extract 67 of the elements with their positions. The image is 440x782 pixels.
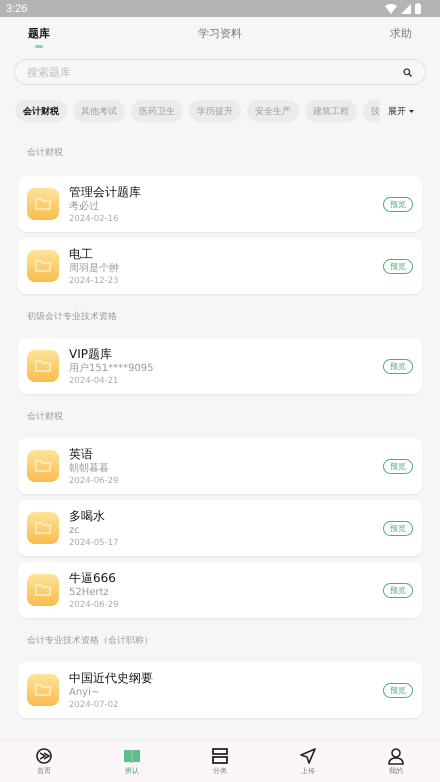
bank-author: 周羽是个翀 <box>69 262 120 274</box>
bank-card[interactable]: 中国近代史纲要 Anyi~ 2024-07-02 预览 <box>18 662 422 718</box>
bank-author: 考必过 <box>69 200 100 212</box>
send-icon <box>299 747 317 765</box>
caret-icon <box>409 110 414 112</box>
bank-card[interactable]: 牛逼666 52Hertz 2024-06-29 预览 <box>18 562 422 618</box>
bank-date: 2024-04-21 <box>69 374 120 386</box>
preview-button[interactable]: 预览 <box>383 196 413 212</box>
section-title: 会计财税 <box>27 146 64 160</box>
section-title: 初级会计专业技术资格 <box>27 310 118 324</box>
section-title: 会计专业技术资格（会计职称） <box>27 634 154 648</box>
category-chip[interactable]: 建筑工程 <box>305 100 357 122</box>
bank-date: 2024-02-16 <box>69 212 120 224</box>
bank-card[interactable]: VIP题库 用户151****9095 2024-04-21 预览 <box>18 338 422 394</box>
section-title: 会计财税 <box>27 410 64 424</box>
preview-button[interactable]: 预览 <box>383 458 413 474</box>
bank-name: 英语 <box>69 446 94 462</box>
bank-name: 牛逼666 <box>69 570 117 586</box>
book-icon <box>123 747 141 765</box>
bank-date: 2024-12-23 <box>69 274 120 286</box>
preview-button[interactable]: 预览 <box>383 582 413 598</box>
folder-icon <box>27 350 59 382</box>
tab[interactable]: 学习资料 <box>198 25 242 49</box>
preview-button[interactable]: 预览 <box>383 258 413 274</box>
category-chip[interactable]: 其他考试 <box>73 100 125 122</box>
bank-author: 朝朝暮暮 <box>69 462 110 474</box>
folder-icon <box>27 188 59 220</box>
person-icon <box>387 747 405 765</box>
tab[interactable]: 题库 <box>28 25 50 49</box>
folder-icon <box>27 512 59 544</box>
battery-icon <box>415 3 421 14</box>
category-chip[interactable]: 医药卫生 <box>131 100 183 122</box>
preview-button[interactable]: 预览 <box>383 358 413 374</box>
category-chip[interactable]: 学历提升 <box>189 100 241 122</box>
bank-author: 52Hertz <box>69 586 110 598</box>
category-icon <box>211 747 229 765</box>
category-chip[interactable]: 会计财税 <box>15 100 67 122</box>
signal-icon <box>401 4 411 14</box>
folder-icon <box>27 574 59 606</box>
folder-icon <box>27 450 59 482</box>
search-field[interactable]: 搜索题库 <box>14 59 426 85</box>
bank-name: 管理会计题库 <box>69 184 142 200</box>
search-icon <box>403 68 412 77</box>
bank-card[interactable]: 管理会计题库 考必过 2024-02-16 预览 <box>18 176 422 232</box>
bank-author: 用户151****9095 <box>69 362 155 374</box>
status-time: 3:26 <box>6 2 28 14</box>
wifi-icon <box>385 4 397 14</box>
bank-author: Anyi~ <box>69 686 100 698</box>
bank-card[interactable]: 电工 周羽是个翀 2024-12-23 预览 <box>18 238 422 294</box>
bank-author: zc <box>69 524 81 536</box>
folder-icon <box>27 250 59 282</box>
bank-card[interactable]: 英语 朝朝暮暮 2024-06-29 预览 <box>18 438 422 494</box>
bank-date: 2024-06-29 <box>69 474 120 486</box>
tab[interactable]: 求助 <box>390 25 412 49</box>
category-chip[interactable]: 安全生产 <box>247 100 299 122</box>
category-chip[interactable]: 技 <box>363 100 380 122</box>
bank-name: 中国近代史纲要 <box>69 670 154 686</box>
bank-card[interactable]: 多喝水 zc 2024-05-17 预览 <box>18 500 422 556</box>
bank-name: 多喝水 <box>69 508 106 524</box>
bank-date: 2024-05-17 <box>69 536 120 548</box>
preview-button[interactable]: 预览 <box>383 682 413 698</box>
bank-date: 2024-06-29 <box>69 598 120 610</box>
bank-name: 电工 <box>69 246 94 262</box>
bank-name: VIP题库 <box>69 346 113 362</box>
folder-icon <box>27 674 59 706</box>
bank-date: 2024-07-02 <box>69 698 120 710</box>
preview-button[interactable]: 预览 <box>383 520 413 536</box>
